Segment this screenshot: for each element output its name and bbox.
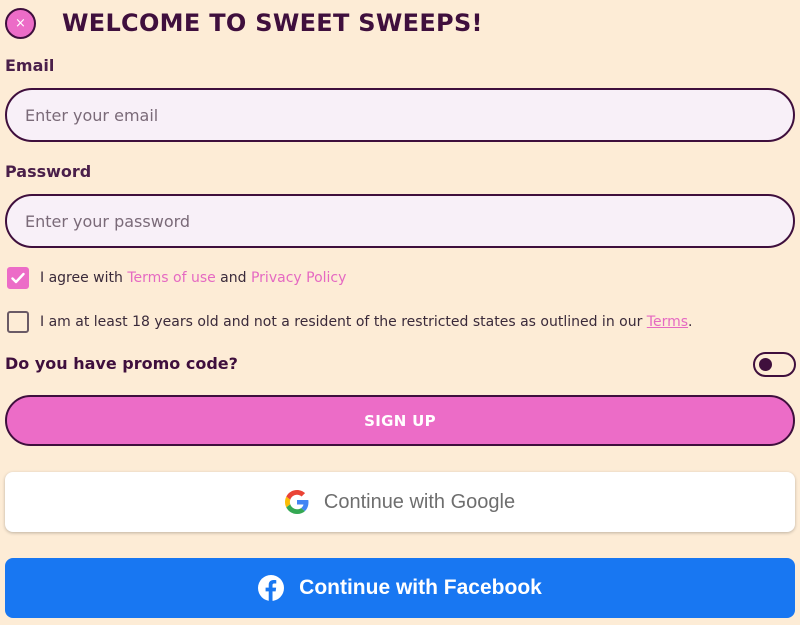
password-label: Password [5,162,92,181]
age-checkbox[interactable] [7,311,29,333]
age-confirmation-row: I am at least 18 years old and not a res… [7,311,692,333]
promo-code-label: Do you have promo code? [5,354,238,373]
facebook-button-label: Continue with Facebook [299,576,542,599]
page-title: WELCOME TO SWEET SWEEPS! [62,9,483,37]
privacy-policy-link[interactable]: Privacy Policy [251,270,346,286]
terms-checkbox[interactable] [7,267,29,289]
terms-text-before: I agree with [40,270,128,286]
email-label: Email [5,56,55,75]
terms-agreement-row: I agree with Terms of use and Privacy Po… [7,267,346,289]
age-text-after: . [688,314,693,330]
promo-code-toggle[interactable] [753,352,796,377]
email-field[interactable] [5,88,795,142]
close-icon: × [15,15,26,31]
terms-text-middle: and [215,270,251,286]
password-field[interactable] [5,194,795,248]
age-text-before: I am at least 18 years old and not a res… [40,314,647,330]
terms-of-use-link[interactable]: Terms of use [127,270,215,286]
toggle-knob [759,358,772,371]
close-button[interactable]: × [5,7,36,39]
terms-link[interactable]: Terms [647,314,688,330]
modal-header: × WELCOME TO SWEET SWEEPS! [5,5,785,41]
signup-modal: × WELCOME TO SWEET SWEEPS! Email Passwor… [0,0,800,625]
google-button-label: Continue with Google [323,490,516,513]
google-logo-icon [284,490,309,514]
sign-up-button[interactable]: SIGN UP [5,395,795,446]
facebook-signin-button[interactable]: Continue with Facebook [5,558,795,618]
checkmark-icon [11,272,25,284]
facebook-logo-icon [258,575,285,601]
google-signin-button[interactable]: Continue with Google [5,472,795,532]
